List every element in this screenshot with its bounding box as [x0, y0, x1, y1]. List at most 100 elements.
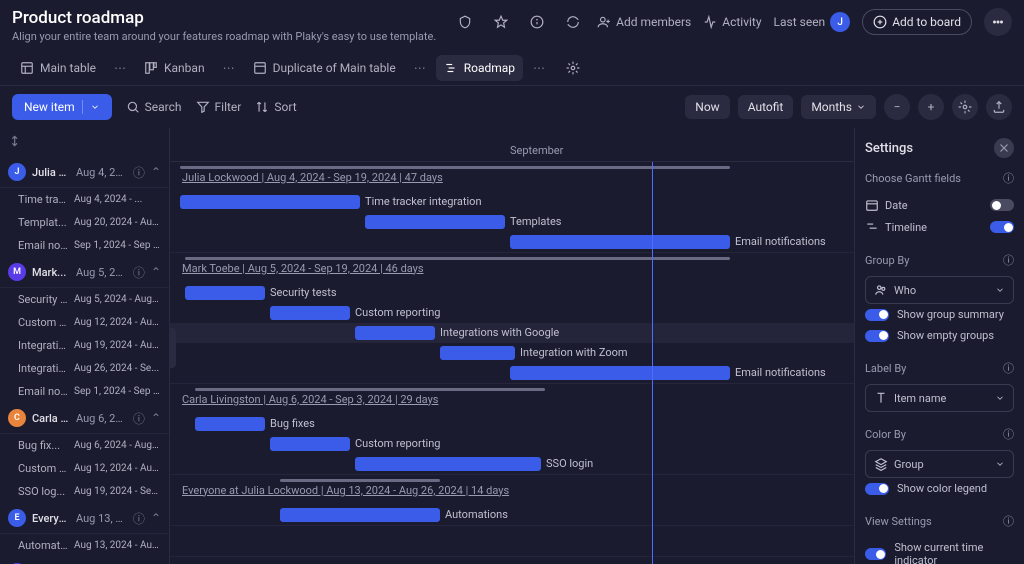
empty-groups-toggle[interactable] — [865, 330, 889, 342]
tab-kanban[interactable]: Kanban — [136, 55, 213, 81]
activity-button[interactable]: Activity — [703, 15, 761, 29]
shield-icon[interactable] — [453, 10, 477, 34]
task-name[interactable]: Custom rep... — [18, 462, 70, 475]
avatar[interactable]: C — [8, 409, 26, 427]
gantt-bar[interactable] — [195, 417, 265, 431]
gantt-bar[interactable] — [510, 235, 730, 249]
bar-label: Templates — [510, 215, 561, 228]
close-icon[interactable] — [994, 138, 1014, 158]
gantt-row: SSO login — [170, 454, 854, 474]
expand-icon[interactable] — [0, 128, 169, 157]
chevron-up-icon[interactable]: ⌃ — [151, 265, 161, 279]
autofit-button[interactable]: Autofit — [738, 95, 794, 119]
task-name[interactable]: Automati... — [18, 539, 70, 552]
info-icon[interactable]: ⓘ — [1003, 426, 1014, 442]
info-icon[interactable]: ⓘ — [1003, 360, 1014, 376]
tab-main-table[interactable]: Main table — [12, 55, 104, 81]
info-icon[interactable]: ⓘ — [133, 164, 145, 181]
settings-title: Settings — [865, 141, 913, 156]
now-button[interactable]: Now — [685, 95, 729, 119]
gantt-bar[interactable] — [185, 286, 265, 300]
gantt-row: Templates — [170, 212, 854, 232]
info-icon[interactable]: ⓘ — [1003, 252, 1014, 268]
bar-label: Integration with Zoom — [520, 346, 628, 359]
info-icon[interactable]: ⓘ — [133, 510, 145, 527]
task-date: Aug 5, 2024 - Aug 11, ... — [74, 294, 161, 305]
section-label: Group By — [865, 254, 909, 267]
gantt-bar[interactable] — [270, 437, 350, 451]
gantt-bar[interactable] — [355, 457, 541, 471]
info-icon[interactable]: ⓘ — [133, 410, 145, 427]
task-date: Aug 12, 2024 - Aug ... — [74, 463, 161, 474]
avatar[interactable]: E — [8, 509, 26, 527]
avatar[interactable]: J — [8, 163, 26, 181]
info-icon[interactable]: ⓘ — [1003, 513, 1014, 529]
more-icon[interactable] — [984, 8, 1012, 36]
task-date: Aug 12, 2024 - Aug 1... — [74, 317, 161, 328]
group-summary-toggle[interactable] — [865, 309, 889, 321]
gantt-row: Security tests — [170, 283, 854, 303]
add-to-board-button[interactable]: Add to board — [862, 9, 972, 35]
search-button[interactable]: Search — [126, 100, 182, 114]
task-name[interactable]: SSO log... — [18, 485, 70, 498]
task-name[interactable]: Bug fix... — [18, 439, 70, 452]
new-item-button[interactable]: New item — [12, 94, 112, 120]
zoom-out-icon[interactable]: − — [884, 94, 910, 120]
section-label: Color By — [865, 428, 906, 441]
tab-more-icon[interactable]: ⋯ — [529, 61, 549, 75]
info-icon[interactable]: ⓘ — [133, 264, 145, 281]
tab-more-icon[interactable]: ⋯ — [410, 61, 430, 75]
gantt-group-header: Everyone at Julia Lockwood | Aug 13, 202… — [170, 475, 854, 505]
task-name[interactable]: Integrations wi... — [18, 339, 70, 352]
avatar[interactable]: M — [8, 263, 26, 281]
gear-icon[interactable] — [952, 94, 978, 120]
color-by-select[interactable]: Group — [865, 450, 1014, 478]
task-name[interactable]: Email notific... — [18, 239, 70, 252]
color-legend-toggle[interactable] — [865, 483, 889, 495]
avatar[interactable]: J — [830, 12, 850, 32]
gantt-group-header — [170, 526, 854, 556]
info-icon[interactable]: ⓘ — [1003, 170, 1014, 186]
gantt-bar[interactable] — [270, 306, 350, 320]
collapse-panel-icon[interactable]: ‹ — [170, 328, 176, 368]
label-by-select[interactable]: Item name — [865, 384, 1014, 412]
task-name[interactable]: Integration wit... — [18, 362, 70, 375]
gantt-bar[interactable] — [440, 346, 515, 360]
gantt-bar[interactable] — [180, 195, 360, 209]
date-toggle[interactable] — [990, 199, 1014, 211]
star-icon[interactable] — [489, 10, 513, 34]
tab-duplicate[interactable]: Duplicate of Main table — [245, 55, 404, 81]
gear-icon[interactable] — [561, 56, 585, 80]
timeline-toggle[interactable] — [990, 221, 1014, 233]
tab-more-icon[interactable]: ⋯ — [219, 61, 239, 75]
task-name[interactable]: Security t... — [18, 293, 70, 306]
gantt-bar[interactable] — [365, 215, 505, 229]
task-name[interactable]: Custom rep... — [18, 316, 70, 329]
chevron-down-icon — [995, 391, 1005, 405]
refresh-icon[interactable] — [561, 10, 585, 34]
bar-label: Security tests — [270, 286, 337, 299]
gantt-bar[interactable] — [280, 508, 440, 522]
zoom-in-icon[interactable]: + — [918, 94, 944, 120]
page-title: Product roadmap — [12, 8, 436, 28]
group-by-select[interactable]: Who — [865, 276, 1014, 304]
task-name[interactable]: Time tracker in... — [18, 193, 70, 206]
time-indicator-toggle[interactable] — [865, 548, 886, 560]
bar-label: Automations — [445, 508, 508, 521]
months-select[interactable]: Months — [801, 95, 876, 119]
sort-button[interactable]: Sort — [255, 100, 296, 114]
tab-more-icon[interactable]: ⋯ — [110, 61, 130, 75]
tab-roadmap[interactable]: Roadmap — [436, 55, 523, 81]
info-icon[interactable] — [525, 10, 549, 34]
section-label: Label By — [865, 362, 906, 375]
chevron-up-icon[interactable]: ⌃ — [151, 165, 161, 179]
gantt-bar[interactable] — [510, 366, 730, 380]
export-icon[interactable] — [986, 94, 1012, 120]
task-name[interactable]: Templat... — [18, 216, 70, 229]
task-name[interactable]: Email notific... — [18, 385, 70, 398]
chevron-up-icon[interactable]: ⌃ — [151, 411, 161, 425]
filter-button[interactable]: Filter — [196, 100, 242, 114]
gantt-bar[interactable] — [355, 326, 435, 340]
chevron-up-icon[interactable]: ⌃ — [151, 511, 161, 525]
add-members-button[interactable]: Add members — [597, 15, 691, 29]
